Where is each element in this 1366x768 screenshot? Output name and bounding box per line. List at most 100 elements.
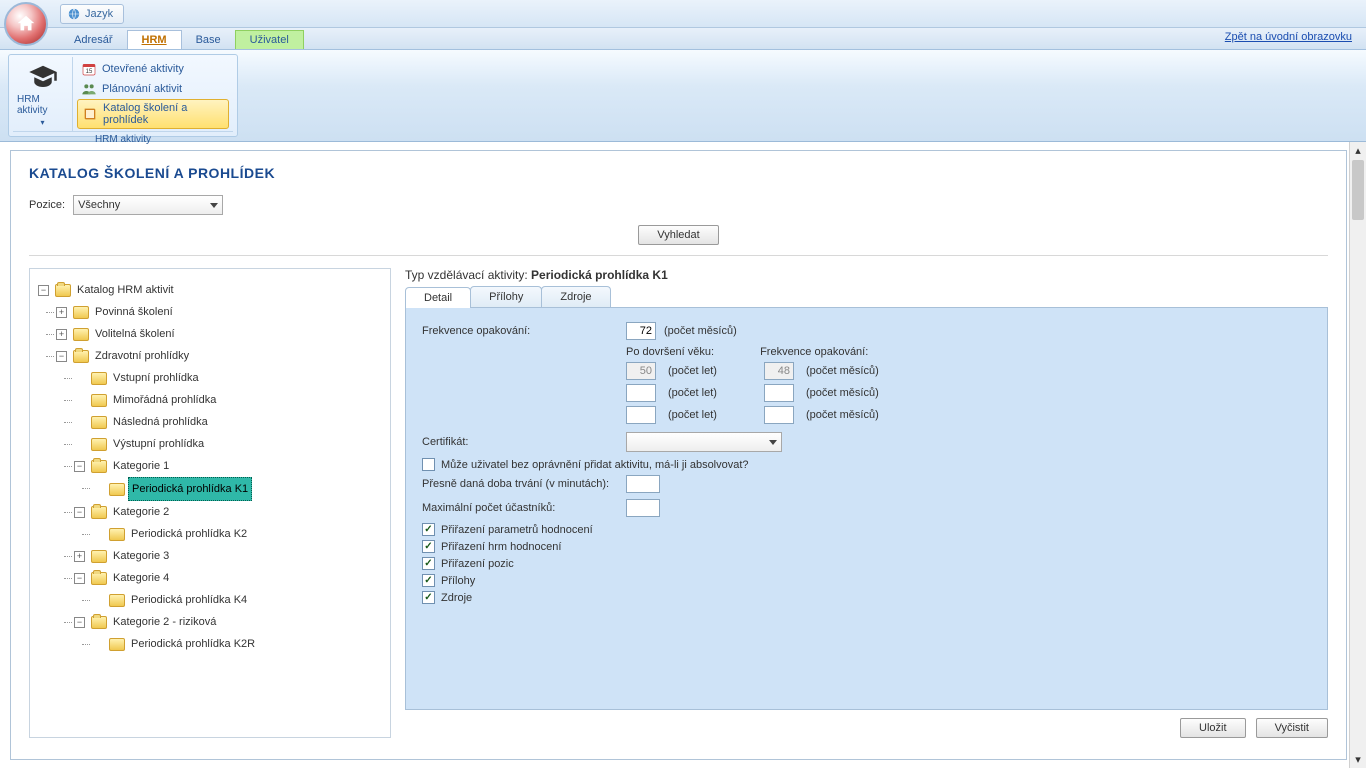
chk-label: Přiřazení pozic bbox=[441, 558, 514, 570]
catalog-tree[interactable]: − Katalog HRM aktivit + Povinná školení + V… bbox=[38, 279, 382, 655]
duration-input[interactable] bbox=[626, 475, 660, 493]
detail-body: Frekvence opakování: (počet měsíců) Po d… bbox=[405, 308, 1328, 710]
folder-icon bbox=[109, 638, 125, 651]
pozice-combo[interactable]: Všechny bbox=[73, 195, 223, 215]
maxpart-input[interactable] bbox=[626, 499, 660, 517]
chk-attachments[interactable] bbox=[422, 574, 435, 587]
chk-positions[interactable] bbox=[422, 557, 435, 570]
app-orb-button[interactable] bbox=[4, 2, 48, 46]
freq-unit: (počet měsíců) bbox=[664, 325, 737, 337]
folder-icon bbox=[109, 483, 125, 496]
tree-node[interactable]: Kategorie 1 bbox=[110, 455, 172, 477]
tree-node[interactable]: Periodická prohlídka K2R bbox=[128, 633, 258, 655]
tree-node[interactable]: Zdravotní prohlídky bbox=[92, 345, 192, 367]
globe-icon bbox=[67, 7, 81, 21]
folder-icon bbox=[91, 506, 107, 519]
module-tabs: Adresář HRM Base Uživatel Zpět na úvodní… bbox=[0, 28, 1366, 50]
back-to-start-link[interactable]: Zpět na úvodní obrazovku bbox=[1225, 31, 1352, 43]
perm-checkbox[interactable] bbox=[422, 458, 435, 471]
tree-node[interactable]: Volitelná školení bbox=[92, 323, 178, 345]
tree-expander[interactable]: − bbox=[74, 461, 85, 472]
agefreq-input-2[interactable] bbox=[764, 384, 794, 402]
vertical-scrollbar[interactable]: ▴ ▾ bbox=[1349, 142, 1366, 768]
tab-base[interactable]: Base bbox=[182, 31, 235, 49]
tree-node-root[interactable]: Katalog HRM aktivit bbox=[74, 279, 177, 301]
home-icon bbox=[15, 13, 37, 35]
folder-icon bbox=[91, 372, 107, 385]
tree-node-selected[interactable]: Periodická prohlídka K1 bbox=[128, 477, 252, 501]
tree-pane: − Katalog HRM aktivit + Povinná školení + V… bbox=[29, 268, 391, 738]
pozice-value: Všechny bbox=[78, 199, 120, 211]
detail-pane: Typ vzdělávací aktivity: Periodická proh… bbox=[405, 268, 1328, 738]
ribbon-item-label: Otevřené aktivity bbox=[102, 63, 184, 75]
chevron-down-icon bbox=[769, 440, 777, 445]
folder-icon bbox=[91, 572, 107, 585]
tree-node[interactable]: Kategorie 2 - riziková bbox=[110, 611, 219, 633]
tree-node[interactable]: Povinná školení bbox=[92, 301, 176, 323]
tree-node[interactable]: Kategorie 3 bbox=[110, 545, 172, 567]
folder-icon bbox=[55, 284, 71, 297]
chk-resources[interactable] bbox=[422, 591, 435, 604]
age-input-2[interactable] bbox=[626, 384, 656, 402]
tab-detail[interactable]: Detail bbox=[405, 287, 471, 308]
people-icon bbox=[81, 81, 97, 97]
tree-node[interactable]: Mimořádná prohlídka bbox=[110, 389, 219, 411]
tab-zdroje[interactable]: Zdroje bbox=[541, 286, 610, 307]
freq-input[interactable] bbox=[626, 322, 656, 340]
ribbon-item-planovani-aktivit[interactable]: Plánování aktivit bbox=[77, 79, 229, 99]
scroll-up-icon[interactable]: ▴ bbox=[1350, 142, 1366, 159]
tree-expander[interactable]: + bbox=[56, 329, 67, 340]
clear-button[interactable]: Vyčistit bbox=[1256, 718, 1328, 738]
tree-expander[interactable]: − bbox=[38, 285, 49, 296]
chk-params[interactable] bbox=[422, 523, 435, 536]
age-grid: (počet let) (počet měsíců) (počet let) (… bbox=[626, 362, 1311, 424]
folder-icon bbox=[109, 594, 125, 607]
folder-icon bbox=[91, 394, 107, 407]
tree-node[interactable]: Následná prohlídka bbox=[110, 411, 211, 433]
chk-hrm-eval[interactable] bbox=[422, 540, 435, 553]
age-input-1[interactable] bbox=[626, 362, 656, 380]
chk-label: Přiřazení hrm hodnocení bbox=[441, 541, 561, 553]
ribbon-item-label: Katalog školení a prohlídek bbox=[103, 102, 224, 126]
main-content: KATALOG ŠKOLENÍ A PROHLÍDEK Pozice: Všec… bbox=[10, 150, 1347, 760]
folder-icon bbox=[73, 350, 89, 363]
folder-icon bbox=[73, 328, 89, 341]
search-button[interactable]: Vyhledat bbox=[638, 225, 718, 245]
separator bbox=[29, 255, 1328, 256]
tab-hrm[interactable]: HRM bbox=[127, 30, 182, 49]
ribbon-item-otevrene-aktivity[interactable]: 15 Otevřené aktivity bbox=[77, 59, 229, 79]
agefreq-input-3[interactable] bbox=[764, 406, 794, 424]
tree-expander[interactable]: + bbox=[74, 551, 85, 562]
detail-header-prefix: Typ vzdělávací aktivity: bbox=[405, 268, 531, 282]
age-input-3[interactable] bbox=[626, 406, 656, 424]
tree-node[interactable]: Výstupní prohlídka bbox=[110, 433, 207, 455]
tree-expander[interactable]: + bbox=[56, 307, 67, 318]
svg-text:15: 15 bbox=[86, 69, 93, 75]
tree-expander[interactable]: − bbox=[74, 573, 85, 584]
tab-uzivatel[interactable]: Uživatel bbox=[235, 30, 304, 49]
graduation-cap-icon bbox=[28, 62, 58, 92]
ribbon-hrm-aktivity-button[interactable]: HRM aktivity ▾ bbox=[13, 57, 73, 131]
tree-expander[interactable]: − bbox=[74, 507, 85, 518]
tree-node[interactable]: Vstupní prohlídka bbox=[110, 367, 202, 389]
ribbon-item-katalog-skoleni[interactable]: Katalog školení a prohlídek bbox=[77, 99, 229, 129]
cert-combo[interactable] bbox=[626, 432, 782, 452]
tree-expander[interactable]: − bbox=[74, 617, 85, 628]
tree-node[interactable]: Kategorie 2 bbox=[110, 501, 172, 523]
folder-icon bbox=[91, 616, 107, 629]
tree-node[interactable]: Periodická prohlídka K4 bbox=[128, 589, 250, 611]
tab-prilohy[interactable]: Přílohy bbox=[470, 286, 542, 307]
detail-tabs: Detail Přílohy Zdroje bbox=[405, 286, 1328, 308]
agefreq-input-1[interactable] bbox=[764, 362, 794, 380]
chk-label: Přílohy bbox=[441, 575, 475, 587]
detail-header: Typ vzdělávací aktivity: Periodická proh… bbox=[405, 268, 1328, 282]
save-button[interactable]: Uložit bbox=[1180, 718, 1246, 738]
tree-node[interactable]: Periodická prohlídka K2 bbox=[128, 523, 250, 545]
scroll-down-icon[interactable]: ▾ bbox=[1350, 751, 1366, 768]
tree-expander[interactable]: − bbox=[56, 351, 67, 362]
tab-adresar[interactable]: Adresář bbox=[60, 31, 127, 49]
chk-label: Přiřazení parametrů hodnocení bbox=[441, 524, 593, 536]
language-tab[interactable]: Jazyk bbox=[60, 4, 124, 24]
ribbon-big-label: HRM aktivity bbox=[17, 94, 68, 116]
tree-node[interactable]: Kategorie 4 bbox=[110, 567, 172, 589]
